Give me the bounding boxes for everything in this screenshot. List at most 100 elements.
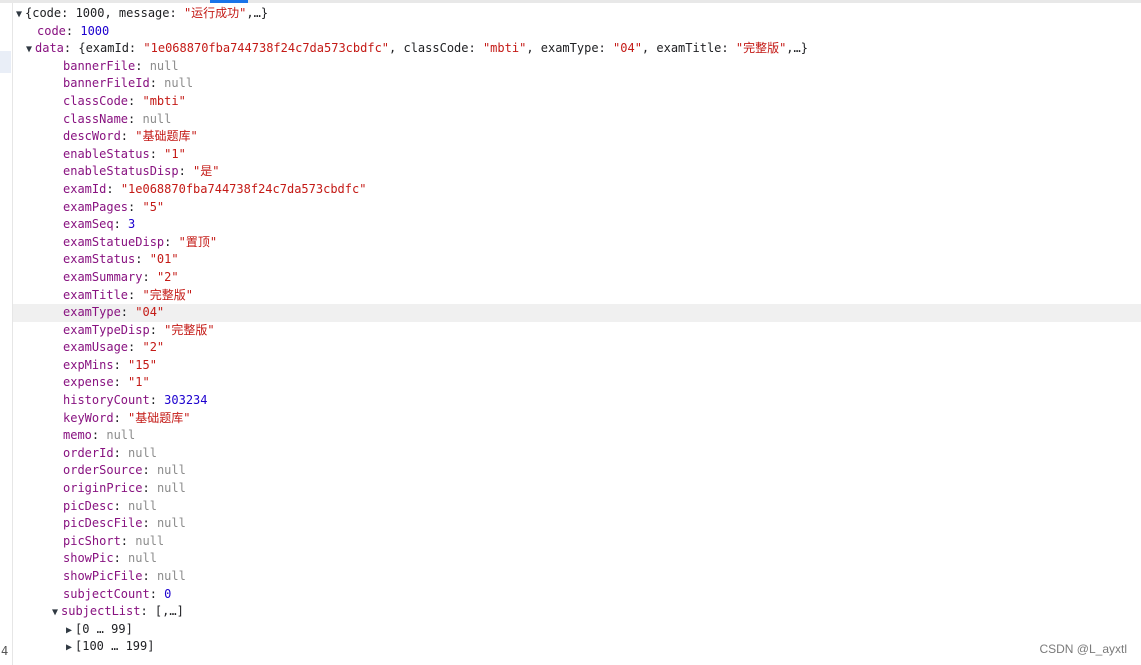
field-key: bannerFileId <box>63 76 150 91</box>
root-summary-close: ,…} <box>246 6 269 20</box>
colon: : <box>65 23 81 38</box>
json-field-row[interactable]: examSeq: 3 <box>13 216 1141 234</box>
json-field-row[interactable]: orderSource: null <box>13 462 1141 480</box>
field-key: examPages <box>63 199 129 214</box>
field-key: picShort <box>63 533 121 548</box>
json-field-row[interactable]: bannerFileId: null <box>13 75 1141 93</box>
json-root-row[interactable]: ▼ {code: 1000, message: "运行成功",…} <box>13 5 1141 23</box>
json-field-row[interactable]: enableStatusDisp: "是" <box>13 163 1141 181</box>
expand-triangle-icon[interactable]: ▼ <box>13 6 25 24</box>
colon: : <box>128 199 143 214</box>
colon: : <box>142 269 157 284</box>
json-viewer[interactable]: ▼ {code: 1000, message: "运行成功",…} code: 1… <box>13 5 1141 665</box>
line-number: 4 <box>1 644 9 658</box>
field-key: picDesc <box>63 498 114 513</box>
json-subjectlist-row[interactable]: ▼ subjectList: [,…] <box>13 603 1141 621</box>
colon: : <box>149 393 165 408</box>
json-field-row[interactable]: enableStatus: "1" <box>13 146 1141 164</box>
field-key: originPrice <box>63 481 143 496</box>
json-field-row[interactable]: originPrice: null <box>13 480 1141 498</box>
field-key: subjectCount <box>63 586 150 601</box>
json-field-row[interactable]: expense: "1" <box>13 374 1141 392</box>
watermark: CSDN @L_ayxtl <box>1039 642 1127 656</box>
json-field-row[interactable]: keyWord: "基础题库" <box>13 410 1141 428</box>
summary-text: ,…} <box>786 41 808 56</box>
field-key: historyCount <box>63 393 150 408</box>
json-field-row[interactable]: showPicFile: null <box>13 568 1141 586</box>
field-value: 1000 <box>80 23 110 38</box>
json-field-row[interactable]: examId: "1e068870fba744738f24c7da573cbdf… <box>13 181 1141 199</box>
top-border <box>0 0 1141 3</box>
range-row[interactable]: ▶ [0 … 99] <box>13 621 1141 639</box>
json-field-row[interactable]: examStatueDisp: "置顶" <box>13 234 1141 252</box>
expand-triangle-icon[interactable]: ▼ <box>49 604 61 622</box>
gutter-marker <box>0 51 11 73</box>
root-message-value: "运行成功" <box>183 6 247 20</box>
colon: : <box>142 463 157 478</box>
field-key: orderId <box>63 445 114 460</box>
summary-text: , examType: <box>526 41 614 56</box>
json-data-row[interactable]: ▼ data: {examId: "1e068870fba744738f24c7d… <box>13 40 1141 58</box>
json-field-row[interactable]: className: null <box>13 111 1141 129</box>
json-field-row[interactable]: orderId: null <box>13 445 1141 463</box>
colon: : <box>120 533 136 548</box>
json-field-row[interactable]: expMins: "15" <box>13 357 1141 375</box>
range-row[interactable]: ▶ [100 … 199] <box>13 638 1141 656</box>
colon: : <box>178 164 194 179</box>
json-field-row[interactable]: historyCount: 303234 <box>13 392 1141 410</box>
field-key: showPicFile <box>63 569 143 583</box>
field-value: null <box>164 76 194 91</box>
field-key: examTypeDisp <box>63 322 150 337</box>
json-field-row[interactable]: picShort: null <box>13 533 1141 551</box>
json-field-row[interactable]: examSummary: "2" <box>13 269 1141 287</box>
colon: : <box>113 445 129 460</box>
field-value: "2" <box>142 340 165 355</box>
field-value: 0 <box>164 586 172 601</box>
colon: : <box>128 287 143 302</box>
field-value: null <box>128 498 157 513</box>
json-field-row[interactable]: examPages: "5" <box>13 199 1141 217</box>
colon: : <box>128 111 143 126</box>
field-key: classCode <box>63 93 129 108</box>
field-value: "完整版" <box>164 322 215 337</box>
json-field-row[interactable]: classCode: "mbti" <box>13 93 1141 111</box>
collapsed-triangle-icon[interactable]: ▶ <box>63 639 75 657</box>
json-field-row[interactable]: examTitle: "完整版" <box>13 287 1141 305</box>
json-field-row[interactable]: memo: null <box>13 427 1141 445</box>
field-summary: : [,…] <box>140 604 184 619</box>
collapsed-triangle-icon[interactable]: ▶ <box>63 622 75 640</box>
summary-value: "完整版" <box>735 41 787 56</box>
json-field-row[interactable]: subjectCount: 0 <box>13 586 1141 604</box>
field-value: "基础题库" <box>128 410 191 425</box>
json-field-row[interactable]: descWord: "基础题库" <box>13 128 1141 146</box>
field-value: "01" <box>149 252 179 267</box>
json-field-row[interactable]: examStatus: "01" <box>13 251 1141 269</box>
field-key: className <box>63 111 129 126</box>
summary-value: "1e068870fba744738f24c7da573cbdfc" <box>143 41 390 56</box>
summary-value: "mbti" <box>482 41 527 56</box>
expand-triangle-icon[interactable]: ▼ <box>23 41 35 59</box>
field-value: null <box>106 428 136 443</box>
field-value: "mbti" <box>142 93 186 108</box>
json-field-row[interactable]: examTypeDisp: "完整版" <box>13 322 1141 340</box>
field-key: examSeq <box>63 217 114 232</box>
range-label: [0 … 99] <box>75 621 133 636</box>
field-key: orderSource <box>63 463 143 478</box>
field-value: "是" <box>193 164 220 179</box>
json-field-row[interactable]: bannerFile: null <box>13 58 1141 76</box>
colon: : <box>113 217 129 232</box>
json-field-row[interactable]: examType: "04" <box>13 304 1141 322</box>
field-value: "2" <box>156 269 179 284</box>
json-field-row[interactable]: picDesc: null <box>13 498 1141 516</box>
field-key: expMins <box>63 357 114 372</box>
colon: : <box>164 234 179 249</box>
field-key: code <box>37 23 66 38</box>
colon: : <box>120 305 136 320</box>
json-field-row[interactable]: showPic: null <box>13 550 1141 568</box>
json-field-row[interactable]: picDescFile: null <box>13 515 1141 533</box>
field-value: null <box>128 445 157 460</box>
field-key: expense <box>63 375 114 390</box>
colon: : <box>113 551 129 566</box>
json-field-row[interactable]: examUsage: "2" <box>13 339 1141 357</box>
json-field-code[interactable]: code: 1000 <box>13 23 1141 41</box>
